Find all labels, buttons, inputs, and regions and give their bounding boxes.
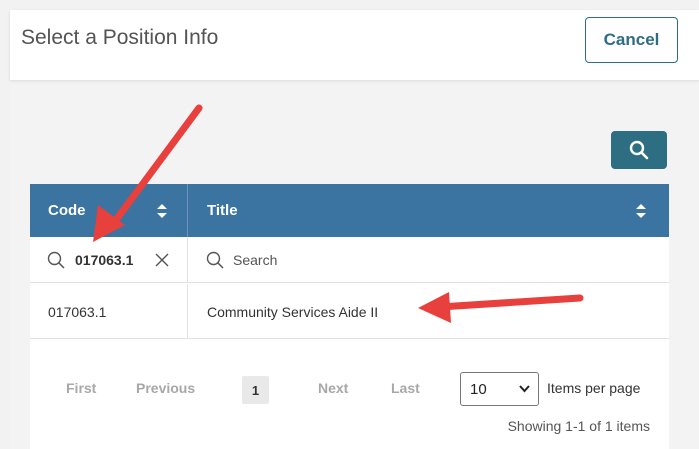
sort-icon[interactable] [157,204,167,218]
title-filter-input[interactable]: Search [189,237,669,283]
pager-first-link[interactable]: First [66,380,96,396]
sort-icon[interactable] [636,204,646,218]
page-size-select[interactable]: 10 [460,372,539,406]
pager-previous-link[interactable]: Previous [136,380,195,396]
code-filter-input[interactable]: 017063.1 [30,237,188,283]
cancel-button[interactable]: Cancel [585,17,678,63]
items-per-page-label: Items per page [547,380,641,396]
pager-current-page[interactable]: 1 [242,376,269,404]
pager-next-link[interactable]: Next [318,380,348,396]
chevron-down-icon [519,385,530,393]
dialog-header: Select a Position Info Cancel [10,10,699,80]
grid-header: Code Title [30,184,669,237]
positions-grid: Code Title 017063.1 Search 017063.1 Comm… [30,184,669,449]
search-icon [206,251,224,269]
clear-icon[interactable] [155,253,169,267]
pager-last-link[interactable]: Last [391,380,420,396]
page-size-value: 10 [470,380,487,398]
dialog-title: Select a Position Info [21,26,219,49]
column-header-title-label: Title [207,202,238,219]
column-header-title[interactable]: Title [189,184,669,237]
search-icon [47,251,65,269]
filter-row: 017063.1 Search [30,237,669,283]
table-row[interactable]: 017063.1 Community Services Aide II [30,284,669,339]
row-code-cell: 017063.1 [30,284,188,339]
column-header-code[interactable]: Code [30,184,188,237]
search-button[interactable] [611,131,667,169]
column-header-code-label: Code [48,202,86,219]
code-filter-value: 017063.1 [75,252,134,268]
pager-summary: Showing 1-1 of 1 items [507,418,650,434]
title-filter-placeholder: Search [233,252,278,268]
search-icon [629,140,649,160]
position-picker-dialog: Select a Position Info Cancel Code Title [10,10,699,449]
row-title-cell: Community Services Aide II [207,303,379,320]
